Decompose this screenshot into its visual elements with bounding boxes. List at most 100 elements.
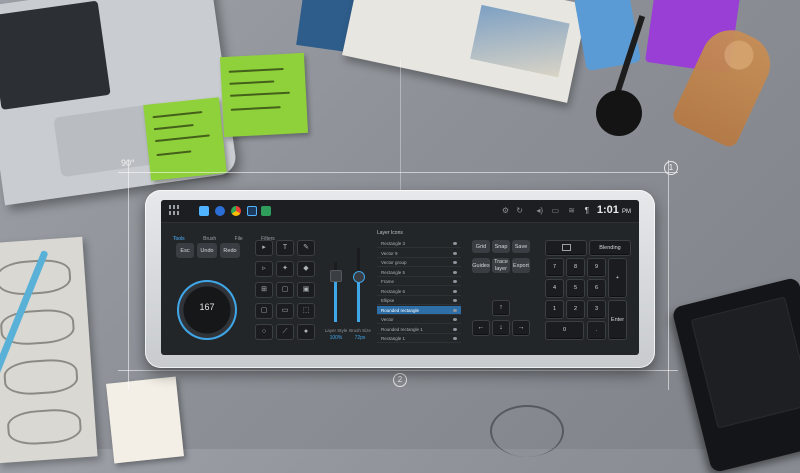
- callout-1: 1: [664, 161, 678, 175]
- tool-button[interactable]: ▢: [255, 303, 273, 319]
- tool-button[interactable]: ◆: [297, 261, 315, 277]
- tool-button[interactable]: ✎: [297, 240, 315, 256]
- tool-button[interactable]: ⟋: [276, 324, 294, 340]
- tab-tools[interactable]: Tools: [173, 236, 185, 242]
- layer-row[interactable]: Rounded rectangle: [377, 305, 461, 315]
- visibility-eye-icon[interactable]: [453, 251, 457, 255]
- tool-button[interactable]: ⬚: [297, 303, 315, 319]
- settings-icon[interactable]: ⚙: [502, 206, 509, 215]
- blending-key[interactable]: Blending: [589, 240, 631, 256]
- layer-row[interactable]: Rectangle 3: [377, 239, 461, 248]
- tab-file[interactable]: File: [235, 236, 243, 242]
- laptop-keyboard: [0, 0, 111, 110]
- numpad-key[interactable]: 9: [587, 258, 606, 277]
- visibility-eye-icon[interactable]: [453, 318, 457, 321]
- sync-icon[interactable]: ↻: [516, 206, 523, 215]
- layer-name: Rectangle 3: [381, 241, 406, 246]
- blue-block: [573, 0, 642, 72]
- layer-row[interactable]: Rectangle 6: [377, 287, 461, 296]
- arrow-right-key[interactable]: →: [512, 320, 530, 336]
- layer-name: Rounded rectangle 1: [381, 326, 423, 332]
- undo-key[interactable]: Undo: [197, 243, 217, 259]
- visibility-eye-icon[interactable]: [453, 308, 457, 312]
- apps-grid-icon[interactable]: [169, 205, 179, 215]
- numpad-key[interactable]: 1: [545, 300, 564, 319]
- book-image: [470, 4, 570, 78]
- volume-icon[interactable]: ◂): [536, 206, 543, 215]
- tool-button[interactable]: ●: [297, 324, 315, 340]
- angle-label: 90°: [121, 158, 135, 168]
- cable: [490, 405, 564, 457]
- brush-size-knob[interactable]: [353, 271, 365, 283]
- layer-name: Rounded rectangle: [381, 307, 420, 313]
- tool-button[interactable]: ▭: [276, 303, 294, 319]
- visibility-eye-icon[interactable]: [453, 327, 457, 331]
- layer-row[interactable]: Rectangle 5: [377, 268, 461, 277]
- wifi-icon: ≋: [568, 206, 575, 215]
- save-key[interactable]: Save: [512, 240, 530, 254]
- visibility-eye-icon[interactable]: [453, 242, 457, 245]
- grid-key[interactable]: Grid: [472, 240, 490, 254]
- arrow-left-key[interactable]: ←: [472, 320, 490, 336]
- tool-button[interactable]: ▸: [255, 240, 273, 256]
- layer-list: Rectangle 3 Vector 9 Vector group Rectangle…: [377, 239, 461, 345]
- numpad-key[interactable]: 7: [545, 258, 564, 277]
- visibility-eye-icon[interactable]: [453, 337, 457, 340]
- visibility-eye-icon[interactable]: [453, 289, 457, 293]
- snap-key[interactable]: Snap: [492, 240, 510, 254]
- layer-style-fill: [334, 275, 337, 322]
- layer-row[interactable]: Ellipse: [377, 296, 461, 305]
- visibility-eye-icon[interactable]: [453, 280, 457, 283]
- dial-value: 167: [199, 302, 215, 312]
- app-icon[interactable]: [261, 206, 271, 216]
- taskbar: ⚙ ↻ ◂) ▭ ≋ ¶ 1:01 PM: [161, 200, 639, 223]
- trace-layer-key[interactable]: Trace layer: [492, 258, 510, 274]
- visibility-eye-icon[interactable]: [453, 261, 457, 264]
- visibility-eye-icon[interactable]: [453, 299, 457, 302]
- guides-key[interactable]: Guides: [472, 258, 490, 274]
- edge-icon[interactable]: [215, 206, 225, 216]
- tool-button[interactable]: ⊞: [255, 282, 273, 298]
- numpad-key[interactable]: 5: [566, 279, 585, 298]
- numpad-key[interactable]: 8: [566, 258, 585, 277]
- tool-button[interactable]: ○: [255, 324, 273, 340]
- tool-button[interactable]: ▢: [276, 282, 294, 298]
- pen-stand: [596, 90, 642, 136]
- layer-style-knob[interactable]: [330, 270, 342, 282]
- layer-row[interactable]: Vector 9: [377, 249, 461, 258]
- layer-name: Rectangle 5: [381, 269, 406, 275]
- tool-button[interactable]: ✦: [276, 261, 294, 277]
- tool-button[interactable]: ▹: [255, 261, 273, 277]
- tab-brush[interactable]: Brush: [203, 236, 216, 242]
- layer-row[interactable]: Frame: [377, 277, 461, 286]
- monitor-key[interactable]: [545, 240, 587, 256]
- layer-row[interactable]: Rounded rectangle 1: [377, 325, 461, 334]
- notepad: [106, 376, 184, 464]
- layer-row[interactable]: Rectangle 1: [377, 334, 461, 343]
- numpad-key[interactable]: .: [587, 321, 606, 340]
- numpad-key[interactable]: 6: [587, 279, 606, 298]
- tool-button[interactable]: ▣: [297, 282, 315, 298]
- tool-grid: ▸ T ✎ ▹ ✦ ◆ ⊞ ▢ ▣ ▢ ▭ ⬚ ○ ⟋ ●: [255, 240, 319, 348]
- rotary-dial[interactable]: 167: [177, 280, 237, 340]
- chrome-icon[interactable]: [231, 206, 241, 216]
- numpad-key[interactable]: 4: [545, 279, 564, 298]
- arrow-down-key[interactable]: ↓: [492, 320, 510, 336]
- export-key[interactable]: Export: [512, 258, 530, 274]
- numpad-enter-key[interactable]: Enter: [608, 300, 627, 340]
- notification-icon[interactable]: ¶: [585, 206, 589, 215]
- numpad-key[interactable]: 3: [587, 300, 606, 319]
- tool-button[interactable]: T: [276, 240, 294, 256]
- numpad-key[interactable]: 0: [545, 321, 584, 340]
- layer-row[interactable]: Vector group: [377, 258, 461, 267]
- numpad-key[interactable]: 2: [566, 300, 585, 319]
- visibility-eye-icon[interactable]: [453, 270, 457, 274]
- sketch-paper: [0, 236, 98, 464]
- esc-key[interactable]: Esc: [176, 243, 194, 259]
- numpad-plus-key[interactable]: +: [608, 258, 627, 298]
- windows-icon[interactable]: [199, 206, 209, 216]
- arrow-up-key[interactable]: ↑: [492, 300, 510, 316]
- photoshop-icon[interactable]: [247, 206, 257, 216]
- layer-row[interactable]: Vector: [377, 315, 461, 324]
- redo-key[interactable]: Redo: [220, 243, 240, 259]
